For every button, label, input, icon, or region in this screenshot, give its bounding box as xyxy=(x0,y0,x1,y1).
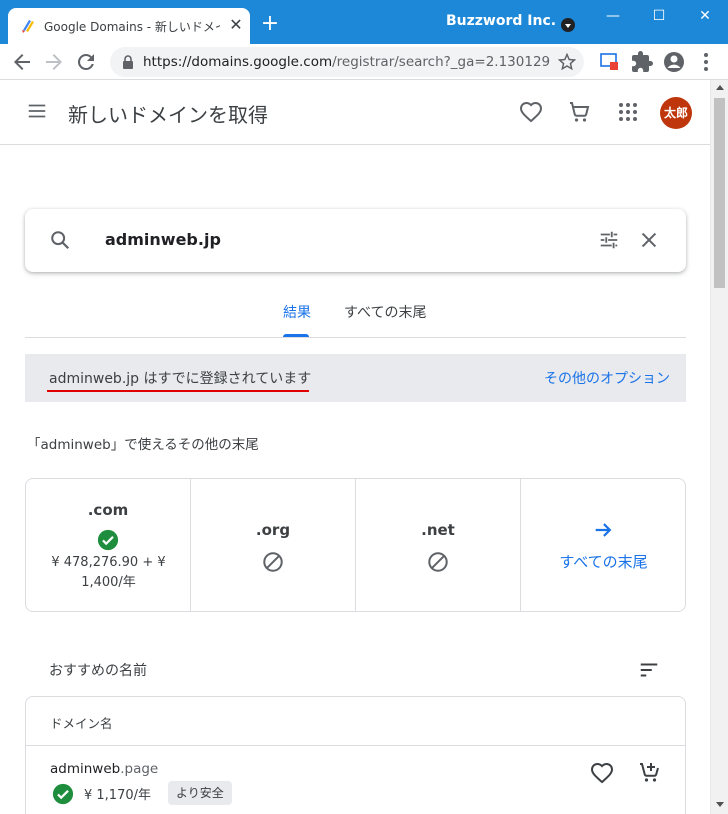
domain-search-box[interactable]: adminweb.jp xyxy=(25,209,686,272)
result-tabs: 結果 すべての末尾 xyxy=(25,290,686,338)
column-header-domain: ドメイン名 xyxy=(50,716,113,731)
annotation-underline xyxy=(47,390,309,392)
other-options-link[interactable]: その他のオプション xyxy=(544,368,670,388)
tld-price: ¥ 478,276.90 + ¥ 1,400/年 xyxy=(51,555,166,590)
tld-name: .org xyxy=(255,521,291,539)
row-price: ¥ 1,170/年 xyxy=(84,788,151,803)
scroll-up-arrow-icon[interactable] xyxy=(716,85,724,90)
tld-card-com[interactable]: .com ¥ 478,276.90 + ¥ 1,400/年 xyxy=(26,479,191,611)
back-icon[interactable] xyxy=(10,50,34,74)
page-title: 新しいドメインを取得 xyxy=(68,103,268,127)
other-endings-label: 「adminweb」で使えるその他の末尾 xyxy=(27,437,259,453)
unavailable-block-icon xyxy=(428,552,448,572)
all-endings-card[interactable]: すべての末尾 xyxy=(521,479,686,611)
add-to-cart-icon[interactable] xyxy=(637,760,661,784)
shopping-cart-icon[interactable] xyxy=(567,100,591,124)
hamburger-menu-icon[interactable] xyxy=(26,100,48,122)
url-text[interactable]: https://domains.google.com/registrar/sea… xyxy=(143,54,551,70)
row-domain-name: adminweb.page xyxy=(50,761,158,777)
browser-menu-icon[interactable] xyxy=(694,50,718,74)
browser-tab[interactable]: Google Domains - 新しいドメインを ✕ xyxy=(8,8,250,44)
apps-grid-icon[interactable] xyxy=(616,100,640,124)
tld-grid: .com ¥ 478,276.90 + ¥ 1,400/年 .org .net … xyxy=(25,478,686,612)
notice-text: adminweb.jp はすでに登録されています xyxy=(49,371,312,387)
unavailable-block-icon xyxy=(263,552,283,572)
tld-card-net[interactable]: .net xyxy=(356,479,521,611)
window-titlebar: Google Domains - 新しいドメインを ✕ + Buzzword I… xyxy=(0,0,728,44)
tab-all-endings[interactable]: すべての末尾 xyxy=(344,302,426,322)
account-icon[interactable] xyxy=(662,50,686,74)
favorites-heart-icon[interactable] xyxy=(519,100,543,124)
table-header: ドメイン名 xyxy=(26,697,685,746)
tab-results[interactable]: 結果 xyxy=(283,302,311,322)
available-check-icon xyxy=(52,783,74,805)
filter-tune-icon[interactable] xyxy=(598,229,620,251)
recommended-names-label: おすすめの名前 xyxy=(49,663,147,679)
extensions-icon[interactable] xyxy=(630,50,654,74)
tld-name: .net xyxy=(421,521,455,539)
page-scrollbar[interactable] xyxy=(710,80,728,814)
domain-tld: .page xyxy=(120,761,159,777)
scroll-thumb[interactable] xyxy=(714,98,725,288)
active-tab-indicator xyxy=(283,334,309,337)
window-title: Buzzword Inc. xyxy=(446,13,557,29)
tld-card-org[interactable]: .org xyxy=(191,479,356,611)
address-bar[interactable]: https://domains.google.com/registrar/sea… xyxy=(110,47,584,77)
security-badge: より安全 xyxy=(168,781,232,805)
cast-extension-icon[interactable] xyxy=(598,50,622,74)
sort-icon[interactable] xyxy=(638,659,660,681)
tab-title: Google Domains - 新しいドメインを xyxy=(44,20,220,34)
forward-icon[interactable] xyxy=(42,50,66,74)
new-tab-button[interactable]: + xyxy=(258,12,282,36)
close-window-button[interactable]: ✕ xyxy=(682,4,728,28)
available-check-icon xyxy=(97,529,119,551)
bookmark-star-icon[interactable] xyxy=(558,53,576,71)
recommended-table: ドメイン名 adminweb.page ¥ 1,170/年 より安全 xyxy=(25,696,686,814)
reload-icon[interactable] xyxy=(74,50,98,74)
url-path: /registrar/search?_ga=2.130129551... xyxy=(332,54,551,70)
clear-search-icon[interactable] xyxy=(638,229,660,251)
search-input[interactable]: adminweb.jp xyxy=(105,230,221,249)
table-row[interactable]: adminweb.page ¥ 1,170/年 より安全 xyxy=(26,747,685,814)
tab-close-icon[interactable]: ✕ xyxy=(226,15,246,35)
arrow-right-icon xyxy=(595,523,612,537)
avatar[interactable]: 太郎 xyxy=(660,97,692,129)
minimize-button[interactable]: — xyxy=(590,4,636,28)
domain-base: adminweb xyxy=(50,761,121,777)
profile-menu-icon[interactable] xyxy=(561,18,575,32)
tld-name: .com xyxy=(87,501,129,519)
app-header: 新しいドメインを取得 太郎 xyxy=(0,80,710,145)
lock-icon xyxy=(123,55,133,69)
url-host: https://domains.google.com xyxy=(143,54,333,70)
favorite-heart-icon[interactable] xyxy=(590,761,614,785)
search-icon[interactable] xyxy=(49,229,71,251)
browser-toolbar: https://domains.google.com/registrar/sea… xyxy=(0,44,728,80)
registered-notice: adminweb.jp はすでに登録されています その他のオプション xyxy=(25,354,686,402)
google-domains-favicon-icon xyxy=(22,20,34,33)
all-endings-link[interactable]: すべての末尾 xyxy=(521,551,686,572)
maximize-button[interactable]: ☐ xyxy=(636,4,682,28)
scroll-down-arrow-icon[interactable] xyxy=(716,802,724,807)
